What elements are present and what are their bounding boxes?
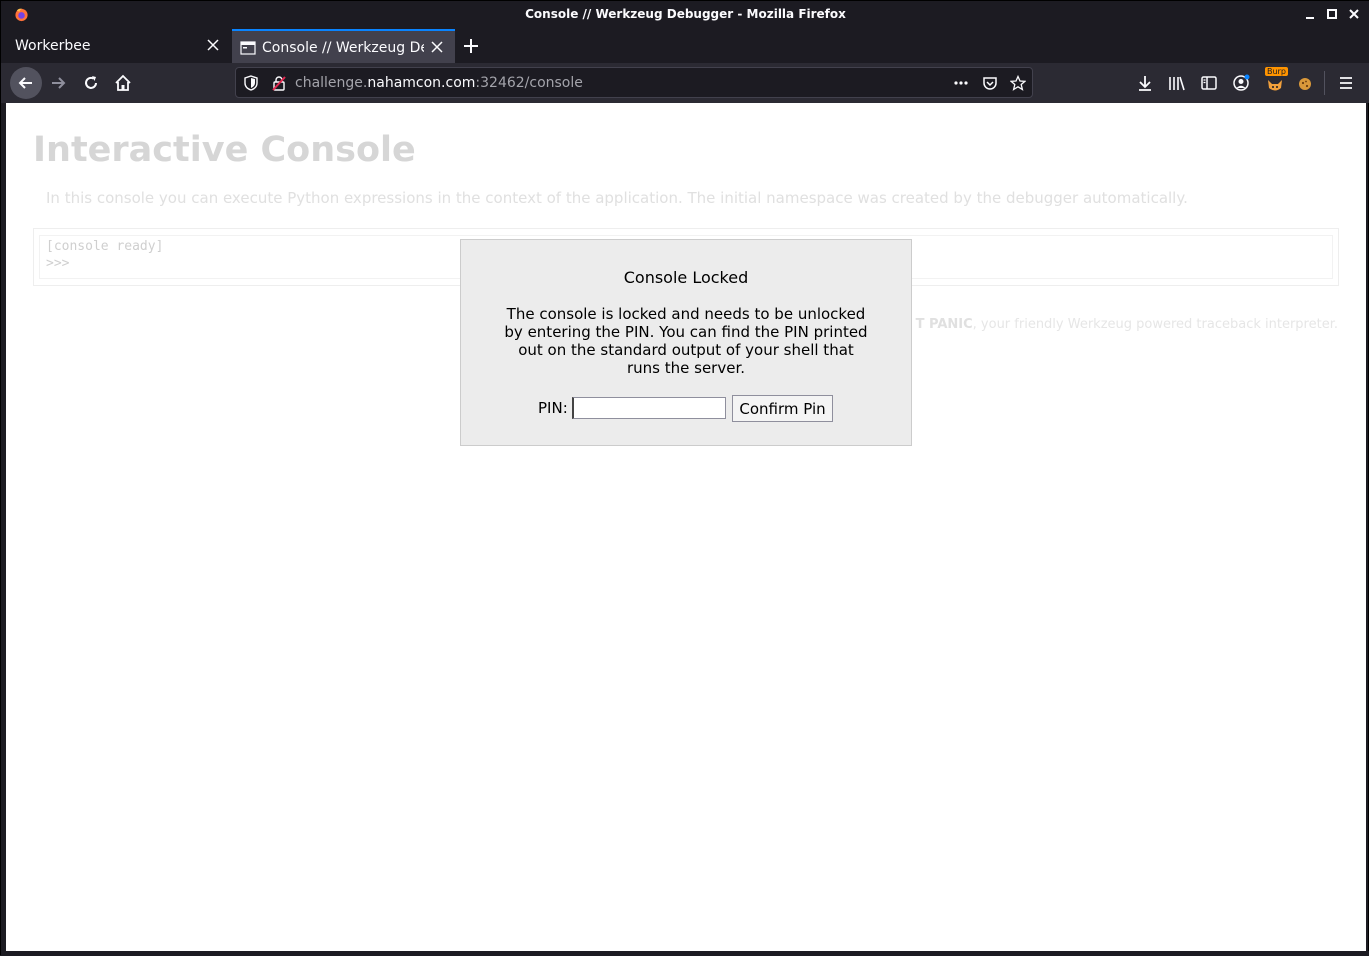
- url-bar[interactable]: challenge.nahamcon.com:32462/console: [235, 67, 1033, 98]
- browser-window: Console // Werkzeug Debugger - Mozilla F…: [0, 0, 1369, 956]
- maximize-icon[interactable]: [1324, 6, 1340, 22]
- pocket-icon[interactable]: [982, 75, 998, 91]
- sidebar-icon[interactable]: [1200, 74, 1218, 92]
- home-button[interactable]: [107, 67, 139, 99]
- reload-button[interactable]: [75, 67, 107, 99]
- page-title: Interactive Console: [33, 130, 416, 170]
- title-bar: Console // Werkzeug Debugger - Mozilla F…: [1, 1, 1369, 29]
- url-prefix: challenge.: [295, 75, 368, 91]
- burp-extension-button[interactable]: Burp: [1263, 67, 1289, 97]
- confirm-pin-button[interactable]: Confirm Pin: [732, 395, 833, 422]
- burp-badge: Burp: [1265, 67, 1288, 76]
- arrow-left-icon: [18, 77, 32, 89]
- forward-button[interactable]: [42, 67, 74, 99]
- insecure-lock-icon[interactable]: [271, 75, 287, 91]
- download-icon[interactable]: [1136, 74, 1154, 92]
- navigation-toolbar: challenge.nahamcon.com:32462/console Bur…: [1, 63, 1369, 103]
- url-suffix: :32462/console: [475, 75, 583, 91]
- page-content: Interactive Console In this console you …: [6, 103, 1366, 951]
- url-text[interactable]: challenge.nahamcon.com:32462/console: [295, 75, 583, 91]
- new-tab-icon[interactable]: [461, 36, 481, 56]
- page-description: In this console you can execute Python e…: [46, 189, 1188, 207]
- close-tab-icon[interactable]: [206, 38, 220, 52]
- page-icon: [240, 41, 256, 55]
- close-tab-icon[interactable]: [430, 40, 444, 54]
- dialog-message: The console is locked and needs to be un…: [504, 305, 868, 377]
- cookie-extension-icon[interactable]: [1296, 74, 1314, 92]
- tab-console[interactable]: Console // Werkzeug Deb: [232, 29, 455, 63]
- pin-form: PIN: Confirm Pin: [461, 395, 911, 422]
- bookmark-star-icon[interactable]: [1010, 75, 1026, 91]
- footer-rest: , your friendly Werkzeug powered traceba…: [972, 317, 1338, 332]
- shield-icon[interactable]: [243, 75, 259, 91]
- pin-label: PIN:: [538, 399, 568, 417]
- reload-icon: [85, 76, 97, 89]
- tab-strip: Workerbee Console // Werkzeug Deb: [1, 29, 1369, 63]
- page-actions-icon[interactable]: [953, 75, 969, 91]
- home-icon: [115, 74, 131, 91]
- window-bottom-border: [1, 951, 1369, 956]
- minimize-icon[interactable]: [1302, 6, 1318, 22]
- arrow-right-icon: [52, 77, 66, 89]
- pin-input[interactable]: [572, 397, 726, 419]
- library-icon[interactable]: [1168, 74, 1186, 92]
- burp-fox-icon: [1268, 80, 1282, 91]
- hamburger-menu-icon[interactable]: [1337, 74, 1355, 92]
- dialog-title: Console Locked: [623, 268, 749, 287]
- footer-text: T PANIC, your friendly Werkzeug powered …: [916, 317, 1338, 332]
- footer-bold: T PANIC: [915, 317, 973, 332]
- back-button[interactable]: [10, 67, 42, 99]
- tab-workerbee[interactable]: Workerbee: [1, 29, 229, 63]
- url-host: nahamcon.com: [367, 75, 476, 91]
- account-icon[interactable]: [1232, 74, 1250, 92]
- close-window-icon[interactable]: [1346, 6, 1362, 22]
- window-title: Console // Werkzeug Debugger - Mozilla F…: [525, 7, 846, 21]
- tab-label: Console // Werkzeug Deb: [262, 40, 424, 56]
- toolbar-divider: [1324, 71, 1325, 95]
- console-locked-dialog: Console Locked The console is locked and…: [460, 239, 912, 446]
- tab-label: Workerbee: [15, 38, 91, 54]
